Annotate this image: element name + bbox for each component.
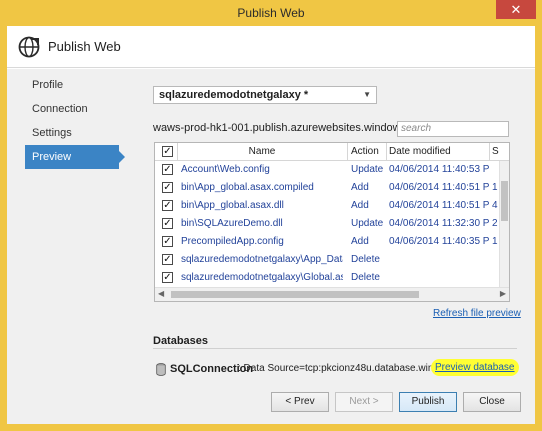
row-file-name: Account\Web.config (181, 164, 270, 175)
table-row[interactable]: ✓ PrecompiledApp.config Add 04/06/2014 1… (155, 233, 499, 251)
row-file-name: sqlazuredemodotnetgalaxy\App_Data\Cc (181, 254, 343, 265)
table-row[interactable]: ✓ bin\App_global.asax.compiled Add 04/06… (155, 179, 499, 197)
row-checkbox[interactable]: ✓ (162, 164, 173, 175)
profile-dropdown-value: sqlazuredemodotnetgalaxy * (159, 89, 309, 101)
table-row[interactable]: ✓ sqlazuredemodotnetgalaxy\Global.asax D… (155, 269, 499, 287)
row-file-name: bin\SQLAzureDemo.dll (181, 218, 283, 229)
step-nav: Profile Connection Settings Preview (25, 73, 125, 169)
refresh-file-preview-link[interactable]: Refresh file preview (433, 308, 521, 319)
db-connection-source: : Data Source=tcp:pkcionz48u.database.wi… (238, 363, 460, 374)
databases-divider (153, 348, 517, 349)
row-checkbox[interactable]: ✓ (162, 272, 173, 283)
column-header-size[interactable]: S (492, 143, 500, 161)
globe-upload-icon (18, 36, 40, 58)
publish-button[interactable]: Publish (399, 392, 457, 412)
table-row[interactable]: ✓ bin\SQLAzureDemo.dll Update 04/06/2014… (155, 215, 499, 233)
profile-dropdown[interactable]: sqlazuredemodotnetgalaxy * ▼ (153, 86, 377, 104)
table-row[interactable]: ✓ Account\Web.config Update 04/06/2014 1… (155, 161, 499, 179)
row-date: 04/06/2014 11:32:30 PM (389, 218, 489, 229)
row-file-name: PrecompiledApp.config (181, 236, 284, 247)
row-action: Delete (351, 272, 380, 283)
row-checkbox[interactable]: ✓ (162, 200, 173, 211)
table-row[interactable]: ✓ sqlazuredemodotnetgalaxy\App_Data\Cc D… (155, 251, 499, 269)
select-all-checkbox[interactable]: ✓ (162, 146, 173, 157)
grid-header: ✓ Name Action Date modified S (155, 143, 509, 161)
column-divider (177, 143, 178, 161)
row-file-name: bin\App_global.asax.dll (181, 200, 284, 211)
column-header-name[interactable]: Name (181, 143, 343, 161)
column-divider (347, 143, 348, 161)
dialog-client: Publish Web Profile Connection Settings … (7, 26, 535, 424)
databases-heading: Databases (153, 335, 209, 347)
preview-database-link[interactable]: Preview database (431, 359, 519, 376)
row-action: Delete (351, 254, 380, 265)
row-action: Update (351, 218, 384, 229)
nav-item-preview[interactable]: Preview (25, 145, 125, 169)
close-button[interactable]: Close (463, 392, 521, 412)
column-divider (386, 143, 387, 161)
row-checkbox[interactable]: ✓ (162, 236, 173, 247)
vertical-scrollbar[interactable] (499, 161, 509, 287)
table-row[interactable]: ✓ bin\App_global.asax.dll Add 04/06/2014… (155, 197, 499, 215)
vertical-scroll-thumb[interactable] (501, 181, 508, 221)
window-frame: Publish Web ✕ Publish Web Profile Connec… (0, 0, 542, 431)
scroll-left-icon[interactable]: ◀ (158, 289, 164, 298)
row-checkbox[interactable]: ✓ (162, 218, 173, 229)
window-title: Publish Web (237, 6, 305, 20)
scroll-right-icon[interactable]: ▶ (500, 289, 506, 298)
row-date: 04/06/2014 11:40:51 PM (389, 182, 489, 193)
row-action: Add (351, 182, 369, 193)
nav-item-profile[interactable]: Profile (25, 73, 125, 97)
row-date: 04/06/2014 11:40:53 PM (389, 164, 489, 175)
dialog-title: Publish Web (48, 39, 121, 54)
row-date: 04/06/2014 11:40:51 PM (389, 200, 489, 211)
nav-item-connection[interactable]: Connection (25, 97, 125, 121)
close-window-button[interactable]: ✕ (496, 0, 536, 19)
horizontal-scrollbar[interactable]: ◀ ▶ (155, 287, 509, 301)
row-checkbox[interactable]: ✓ (162, 254, 173, 265)
site-address: waws-prod-hk1-001.publish.azurewebsites.… (153, 122, 431, 134)
row-action: Update (351, 164, 384, 175)
next-button[interactable]: Next > (335, 392, 393, 412)
file-preview-grid: ✓ Name Action Date modified S ✓ Account\… (154, 142, 510, 302)
row-action: Add (351, 236, 369, 247)
row-file-name: bin\App_global.asax.compiled (181, 182, 314, 193)
dialog-header: Publish Web (7, 26, 535, 68)
row-action: Add (351, 200, 369, 211)
title-bar: Publish Web ✕ (0, 0, 542, 26)
horizontal-scroll-thumb[interactable] (171, 291, 419, 298)
prev-button[interactable]: < Prev (271, 392, 329, 412)
database-icon (156, 363, 166, 376)
column-header-date[interactable]: Date modified (389, 143, 489, 161)
search-input[interactable]: search (397, 121, 509, 137)
chevron-down-icon: ▼ (363, 90, 371, 99)
row-date: 04/06/2014 11:40:35 PM (389, 236, 489, 247)
row-file-name: sqlazuredemodotnetgalaxy\Global.asax (181, 272, 343, 283)
nav-item-settings[interactable]: Settings (25, 121, 125, 145)
column-header-action[interactable]: Action (351, 143, 385, 161)
column-divider (489, 143, 490, 161)
row-checkbox[interactable]: ✓ (162, 182, 173, 193)
